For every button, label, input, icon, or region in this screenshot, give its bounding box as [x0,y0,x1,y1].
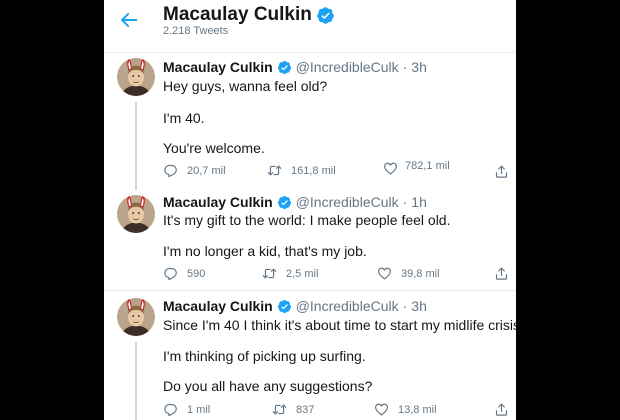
like-count: 39,8 mil [401,267,440,280]
tweet-3[interactable]: Macaulay Culkin @IncredibleCulk · 3h Sin… [104,291,516,420]
separator-dot: · [402,59,408,75]
like-button[interactable]: 13,8 mil [374,402,437,417]
reply-icon [163,163,178,178]
tweet-text-line: Since I'm 40 I think it's about time to … [163,317,516,333]
retweet-icon [262,266,277,281]
share-icon[interactable] [494,402,509,417]
thread-line [135,342,137,420]
tweet-time[interactable]: 3h [411,298,427,314]
reply-button[interactable]: 20,7 mil [163,163,226,178]
reply-button[interactable]: 590 [163,266,205,281]
retweet-count: 837 [296,403,315,416]
like-button[interactable]: 782,1 mil [383,159,450,176]
avatar[interactable] [117,58,155,96]
tweet-text-line: You're welcome. [163,140,265,156]
like-count: 13,8 mil [398,403,437,416]
separator-dot: · [402,298,408,314]
thread-line [135,102,137,190]
profile-panel: Macaulay Culkin 2.218 Tweets Macaulay Cu… [104,0,516,420]
heart-icon [383,161,398,176]
separator-dot: · [402,194,408,210]
tweet-1[interactable]: Macaulay Culkin @IncredibleCulk · 3h Hey… [104,52,516,190]
retweet-icon [267,163,282,178]
retweet-icon [272,402,287,417]
author-handle[interactable]: @IncredibleCulk [296,194,399,210]
tweet-text-line: I'm no longer a kid, that's my job. [163,243,367,259]
verified-badge-icon [316,6,335,25]
tweet-text-line: I'm thinking of picking up surfing. [163,348,366,364]
author-name[interactable]: Macaulay Culkin [163,59,273,75]
tweet-count: 2.218 Tweets [163,25,229,37]
share-icon[interactable] [494,266,509,281]
tweet-text-line: I'm 40. [163,110,205,126]
verified-badge-icon [277,299,292,314]
verified-badge-icon [277,195,292,210]
heart-icon [377,266,392,281]
reply-count: 590 [187,267,206,280]
tweet-header: Macaulay Culkin @IncredibleCulk · 3h [163,297,427,315]
tweet-header: Macaulay Culkin @IncredibleCulk · 1h [163,193,427,211]
verified-badge-icon [277,60,292,75]
retweet-button[interactable]: 161,8 mil [267,163,336,178]
reply-icon [163,266,178,281]
profile-name: Macaulay Culkin [163,4,312,25]
share-icon[interactable] [494,164,509,179]
retweet-count: 2,5 mil [286,267,319,280]
tweet-time[interactable]: 1h [411,194,427,210]
author-handle[interactable]: @IncredibleCulk [296,298,399,314]
tweet-text-line: Do you all have any suggestions? [163,378,373,394]
profile-header: Macaulay Culkin 2.218 Tweets [104,0,516,53]
retweet-count: 161,8 mil [291,164,336,177]
tweet-2[interactable]: Macaulay Culkin @IncredibleCulk · 1h It'… [104,190,516,291]
like-count: 782,1 mil [405,159,450,172]
retweet-button[interactable]: 837 [272,402,314,417]
avatar[interactable] [117,195,155,233]
avatar[interactable] [117,298,155,336]
tweet-header: Macaulay Culkin @IncredibleCulk · 3h [163,58,427,76]
reply-icon [163,402,178,417]
tweet-time[interactable]: 3h [411,59,427,75]
page-title: Macaulay Culkin [163,4,335,26]
author-handle[interactable]: @IncredibleCulk [296,59,399,75]
reply-button[interactable]: 1 mil [163,402,210,417]
author-name[interactable]: Macaulay Culkin [163,194,273,210]
like-button[interactable]: 39,8 mil [377,266,440,281]
author-name[interactable]: Macaulay Culkin [163,298,273,314]
arrow-left-icon[interactable] [118,9,140,31]
tweet-text-line: It's my gift to the world: I make people… [163,212,451,228]
reply-count: 1 mil [187,403,211,416]
tweet-text-line: Hey guys, wanna feel old? [163,78,328,94]
retweet-button[interactable]: 2,5 mil [262,266,318,281]
heart-icon [374,402,389,417]
reply-count: 20,7 mil [187,164,226,177]
